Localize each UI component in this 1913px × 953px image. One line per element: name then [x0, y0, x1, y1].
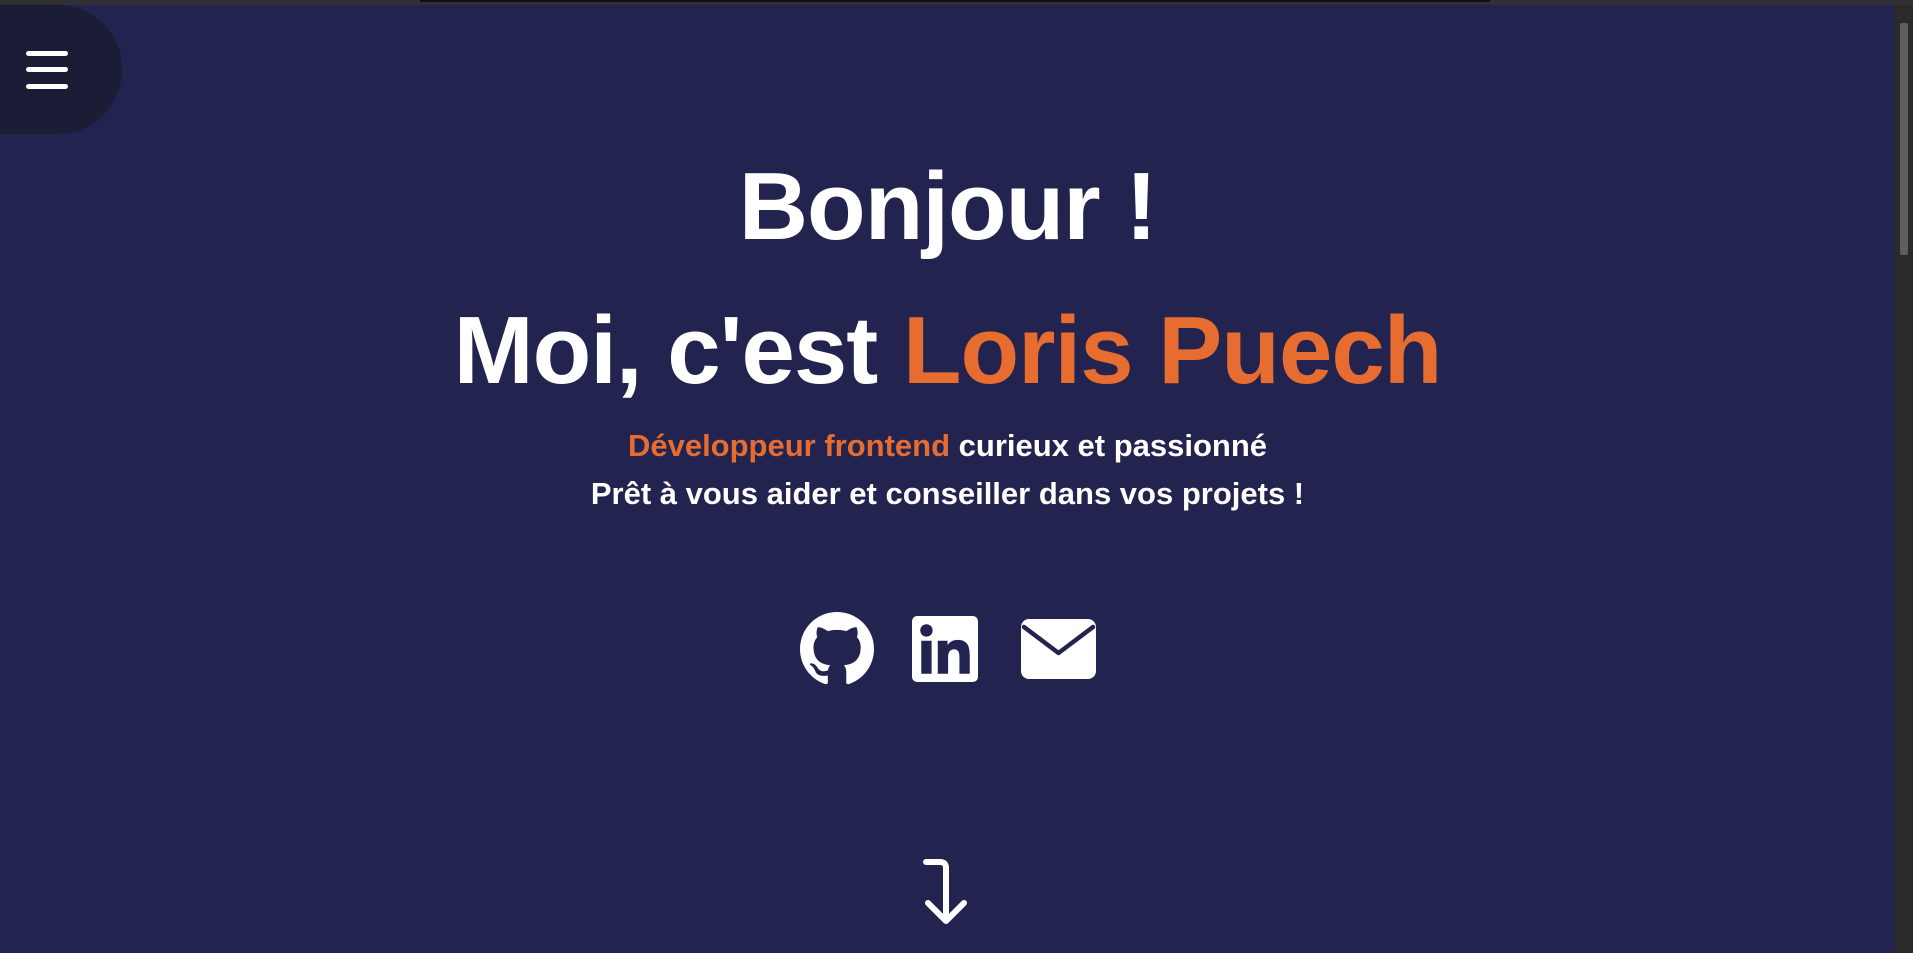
scrollbar-thumb[interactable] [1900, 23, 1908, 255]
owner-name: Loris Puech [902, 297, 1442, 404]
social-links [0, 612, 1895, 686]
tagline: Développeur frontend curieux et passionn… [0, 426, 1895, 466]
top-border-accent [420, 0, 1490, 2]
role-description: curieux et passionné [950, 428, 1268, 463]
github-link[interactable] [799, 612, 874, 686]
scroll-down-button[interactable] [918, 856, 974, 928]
role-highlight: Développeur frontend [627, 428, 951, 463]
linkedin-link[interactable] [911, 616, 978, 682]
vertical-scrollbar[interactable] [1895, 5, 1913, 953]
subline: Prêt à vous aider et conseiller dans vos… [590, 476, 1305, 511]
linkedin-icon [911, 616, 978, 682]
intro-heading: Moi, c'est Loris Puech [0, 296, 1895, 406]
hamburger-menu-icon [26, 50, 68, 89]
arrow-down-icon [923, 859, 967, 924]
greeting-heading: Bonjour ! [738, 153, 1158, 260]
portfolio-page: Bonjour ! Moi, c'est Loris Puech Dévelop… [0, 0, 1913, 953]
mail-link[interactable] [1020, 619, 1096, 679]
mail-icon [1020, 619, 1096, 679]
menu-button[interactable] [0, 5, 122, 134]
github-icon [799, 612, 874, 685]
intro-prefix: Moi, c'est [453, 297, 903, 404]
